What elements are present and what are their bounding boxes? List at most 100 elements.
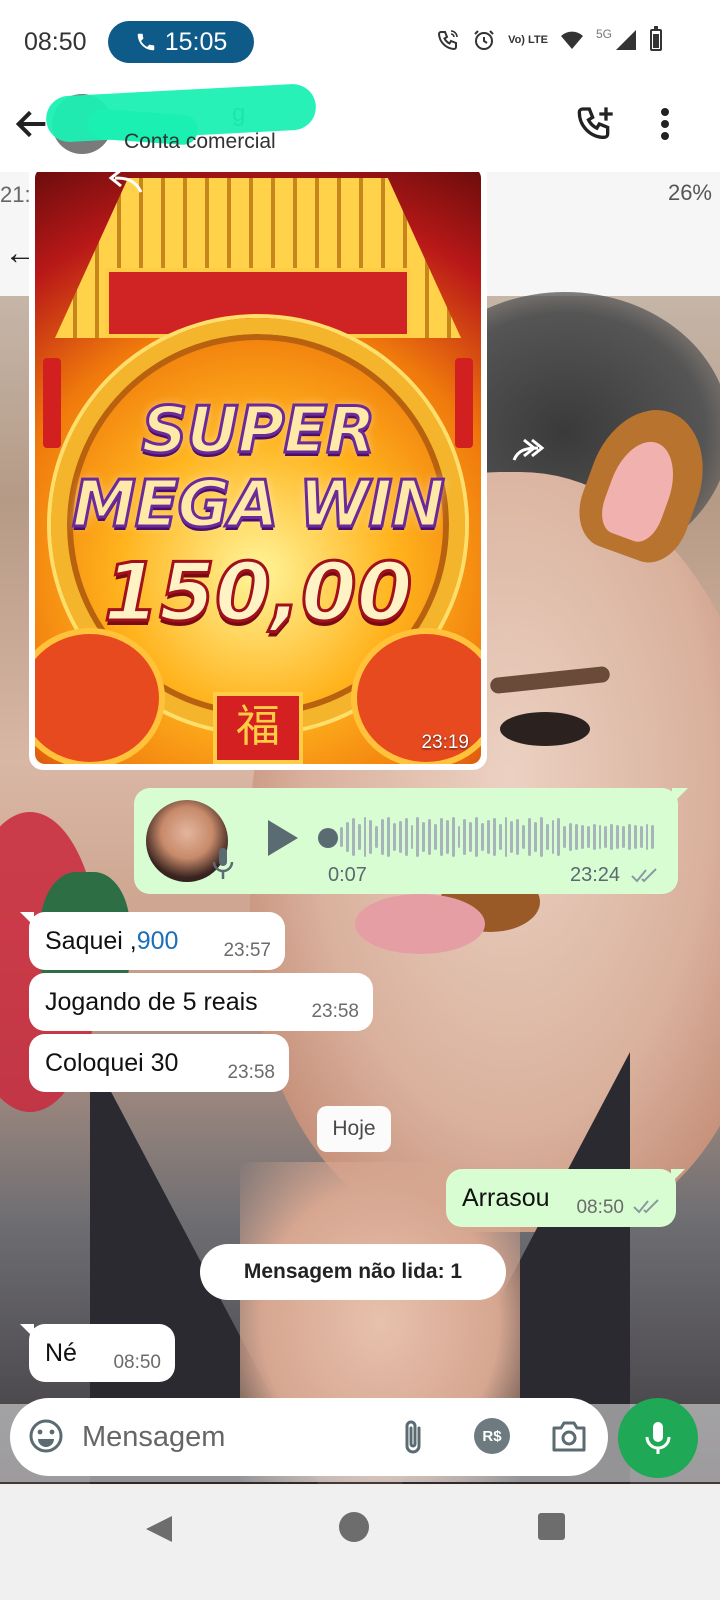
nav-recents-icon[interactable]	[538, 1513, 565, 1540]
compose-bar: R$	[10, 1398, 608, 1476]
bubble-tail	[672, 788, 688, 804]
status-time: 08:50	[24, 28, 87, 56]
phone-icon	[137, 33, 154, 51]
attach-icon[interactable]	[396, 1416, 430, 1458]
waveform-bar	[557, 818, 561, 856]
waveform-bar	[392, 823, 396, 851]
win-amount: 150,00	[102, 545, 414, 641]
chat-area[interactable]: 21: ← 26% SUPER MEGA WIN 150,00 福 23:19 …	[0, 172, 720, 1484]
waveform-bar	[439, 818, 443, 856]
waveform-bar	[516, 819, 520, 855]
message-text: Coloquei 30	[45, 1048, 179, 1077]
forward-icon[interactable]	[510, 436, 548, 466]
reply-icon	[108, 172, 143, 193]
incoming-message[interactable]: Né 08:50	[20, 1324, 175, 1382]
waveform-bar	[616, 825, 619, 849]
payment-button[interactable]: R$	[474, 1418, 510, 1454]
waveform-bar	[592, 824, 596, 850]
voice-message[interactable]: 0:07 23:24	[134, 788, 688, 894]
waveform-bar	[551, 820, 555, 854]
waveform-bar	[598, 825, 602, 849]
waveform-bar	[510, 821, 514, 853]
play-icon[interactable]	[262, 816, 302, 860]
waveform-bar	[340, 827, 343, 847]
image-timestamp: 23:19	[421, 732, 469, 753]
waveform-bar	[481, 823, 484, 851]
waveform-bar	[533, 822, 537, 852]
waveform-bar	[387, 817, 390, 857]
unread-messages-chip: Mensagem não lida: 1	[200, 1244, 506, 1300]
waveform-bar	[639, 826, 643, 848]
message-text: Saquei ,	[45, 926, 137, 955]
incoming-message[interactable]: Coloquei 30 23:58	[29, 1034, 289, 1092]
waveform-bar	[569, 823, 572, 851]
waveform-bar	[398, 821, 402, 853]
outgoing-message[interactable]: Arrasou 08:50	[446, 1169, 685, 1227]
waveform-bar	[363, 817, 367, 857]
double-check-icon	[633, 1199, 659, 1214]
signal-icon	[616, 30, 636, 50]
waveform-bar	[492, 818, 496, 856]
message-timestamp: 23:58	[311, 1001, 359, 1022]
waveform-bar	[410, 825, 414, 849]
message-text: Né	[45, 1338, 77, 1367]
waveform-bar	[645, 824, 649, 850]
waveform-bar	[633, 825, 637, 849]
contact-subtitle: Conta comercial	[124, 130, 276, 153]
message-input[interactable]	[82, 1416, 372, 1458]
incoming-message[interactable]: Saquei , 900 23:57	[20, 912, 285, 970]
date-chip: Hoje	[317, 1106, 391, 1152]
mic-icon	[645, 1422, 671, 1454]
incoming-message[interactable]: Jogando de 5 reais 23:58	[29, 973, 373, 1031]
waveform-bar	[545, 824, 549, 850]
emoji-icon[interactable]	[28, 1418, 64, 1454]
wallpaper-decor	[355, 894, 485, 954]
waveform-bar	[580, 825, 584, 849]
waveform-bar	[351, 818, 355, 856]
playback-handle[interactable]	[318, 828, 338, 848]
nav-back-icon[interactable]	[142, 1512, 176, 1546]
waveform-bar	[586, 826, 590, 848]
add-call-icon[interactable]	[576, 104, 616, 144]
wifi-call-icon	[438, 30, 458, 51]
waveform-bar	[428, 819, 431, 855]
message-text: Arrasou	[462, 1183, 550, 1212]
waveform-bar	[381, 819, 384, 855]
voice-record-button[interactable]	[618, 1398, 698, 1478]
win-image[interactable]: SUPER MEGA WIN 150,00 福 23:19	[35, 172, 481, 764]
bubble-tail	[20, 1324, 34, 1338]
waveform-bar	[404, 818, 408, 856]
mic-icon	[212, 848, 234, 879]
waveform-bar	[475, 817, 478, 857]
nav-home-icon[interactable]	[339, 1512, 369, 1542]
win-title-line2: MEGA WIN	[71, 467, 447, 544]
waveform-bar	[463, 819, 467, 855]
image-message[interactable]: SUPER MEGA WIN 150,00 福 23:19	[29, 172, 487, 770]
waveform-bar	[604, 826, 608, 848]
more-vert-icon[interactable]	[650, 104, 680, 144]
voice-waveform[interactable]	[340, 814, 655, 860]
waveform-bar	[434, 824, 437, 850]
wifi-icon	[560, 31, 583, 49]
waveform-bar	[528, 818, 531, 856]
bubble-tail	[671, 1169, 685, 1183]
waveform-bar	[457, 826, 461, 848]
waveform-bar	[451, 817, 455, 857]
fu-glyph: 福	[213, 692, 303, 764]
message-timestamp: 23:58	[227, 1062, 275, 1083]
message-timestamp: 08:50	[576, 1197, 624, 1218]
camera-icon[interactable]	[550, 1418, 588, 1454]
bubble-tail	[20, 912, 34, 926]
status-bar: 08:50 15:05 Vo) LTE 5G	[0, 0, 720, 86]
ongoing-call-pill[interactable]: 15:05	[108, 21, 254, 63]
system-nav-bar	[0, 1486, 720, 1600]
chat-header: g Conta comercial	[0, 82, 720, 172]
wallpaper-battery-text: 26%	[667, 180, 712, 205]
waveform-bar	[627, 824, 631, 850]
voice-duration: 0:07	[328, 864, 367, 886]
wallpaper-decor	[500, 712, 590, 746]
alarm-icon	[474, 30, 494, 50]
message-link-number[interactable]: 900	[137, 927, 179, 956]
voice-timestamp: 23:24	[570, 864, 621, 886]
double-check-icon	[631, 868, 657, 883]
